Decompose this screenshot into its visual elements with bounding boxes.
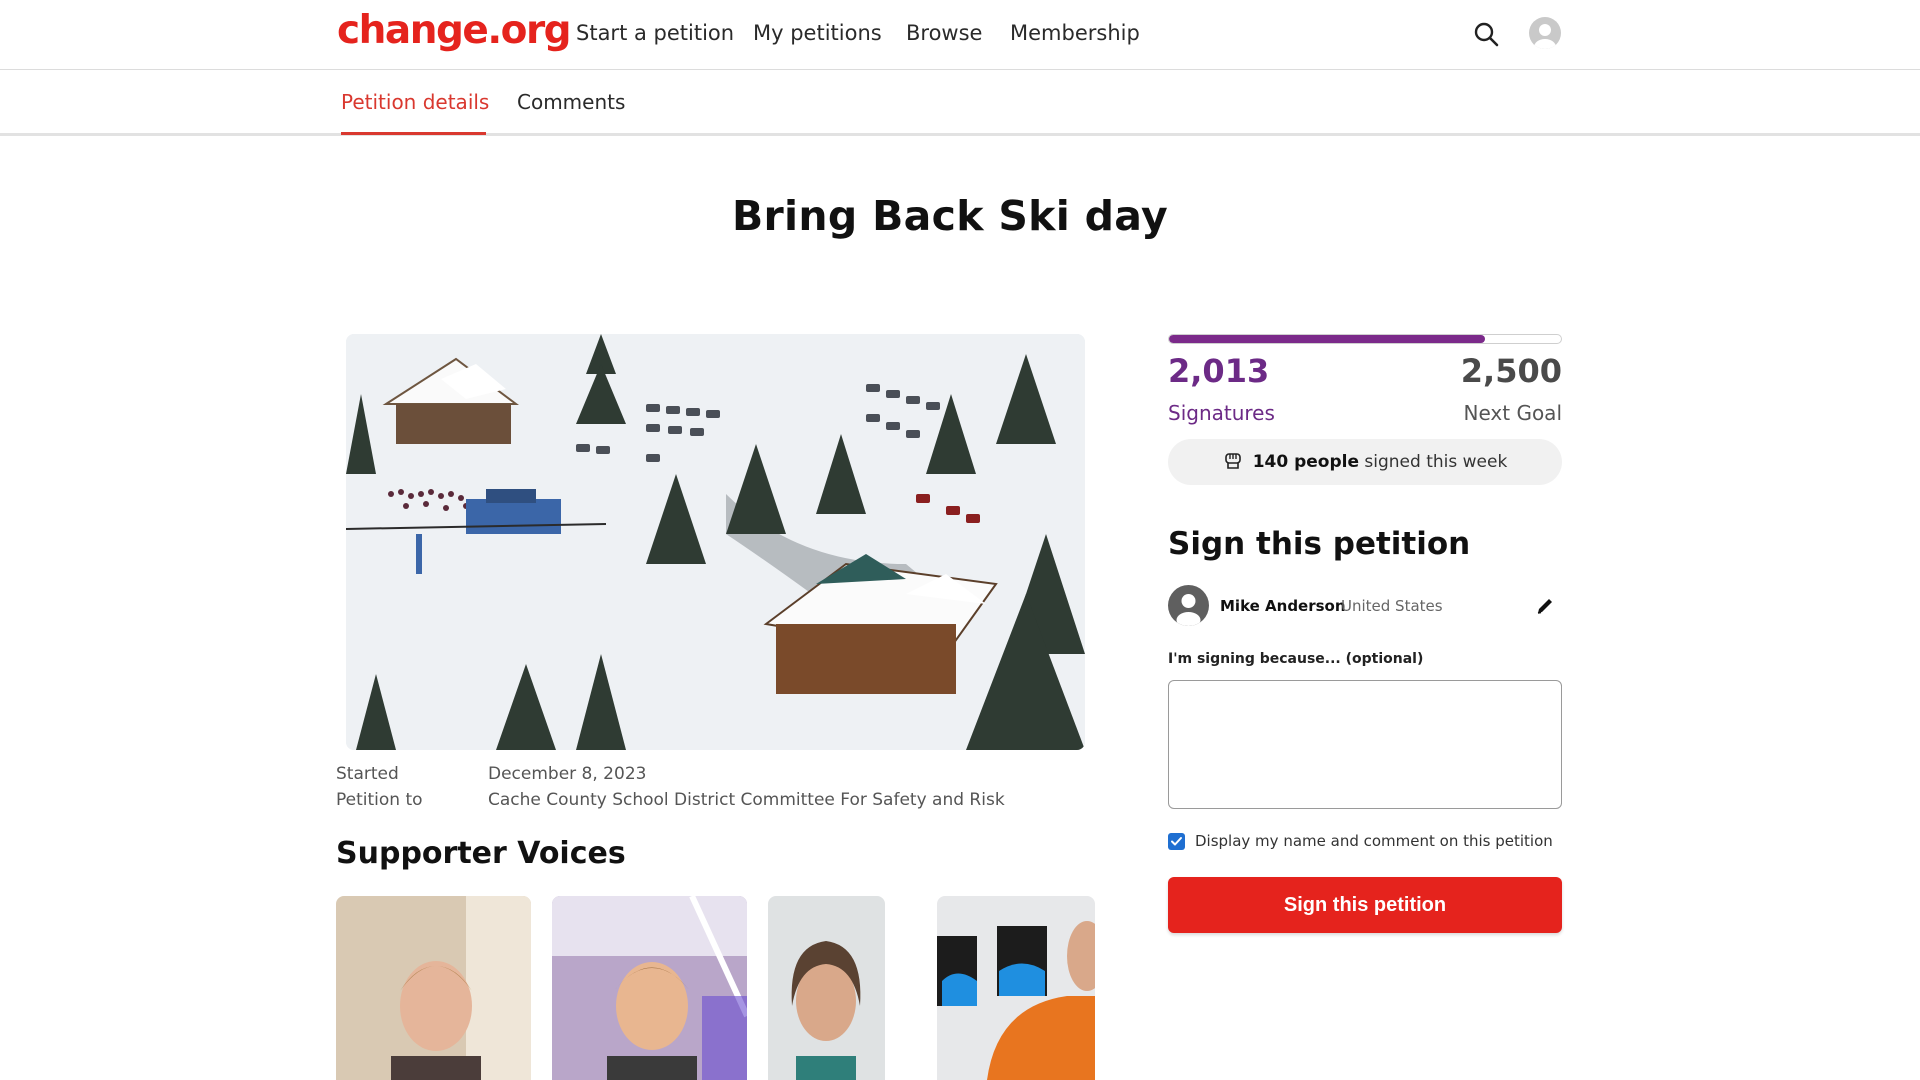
change-org-logo[interactable]: change.org: [337, 8, 572, 53]
signing-reason-label: I'm signing because... (optional): [1168, 651, 1424, 667]
user-avatar-icon[interactable]: [1529, 17, 1561, 49]
signature-count: 2,013: [1168, 352, 1270, 390]
started-label: Started: [336, 764, 399, 784]
supporter-video-thumbnail[interactable]: [336, 896, 531, 1080]
tab-comments[interactable]: Comments: [517, 90, 625, 114]
goal-count: 2,500: [1460, 352, 1562, 390]
supporter-video-thumbnail[interactable]: [768, 896, 885, 1080]
tab-petition-details[interactable]: Petition details: [341, 90, 489, 114]
petition-title: Bring Back Ski day: [731, 192, 1169, 240]
petition-tabs: Petition details Comments: [0, 70, 1920, 136]
raised-fist-icon: [1223, 450, 1243, 475]
search-icon[interactable]: [1472, 20, 1500, 48]
weekly-suffix: signed this week: [1364, 452, 1508, 472]
nav-my-petitions[interactable]: My petitions: [753, 21, 882, 45]
sign-petition-heading: Sign this petition: [1168, 526, 1471, 562]
signature-progress-fill: [1169, 335, 1485, 343]
nav-start-petition[interactable]: Start a petition: [576, 21, 734, 45]
weekly-signers-badge: 140 people signed this week: [1168, 439, 1562, 485]
signer-identity: Mike Anderson United States: [1168, 585, 1562, 627]
supporter-voices-heading: Supporter Voices: [336, 836, 626, 871]
started-date: December 8, 2023: [488, 764, 647, 784]
display-name-checkbox[interactable]: [1168, 832, 1185, 850]
active-tab-indicator: [341, 132, 486, 135]
display-name-option: Display my name and comment on this peti…: [1168, 832, 1553, 850]
next-goal-label: Next Goal: [1463, 401, 1563, 425]
signer-country: United States: [1341, 597, 1443, 615]
petition-image: [346, 334, 1085, 750]
signer-avatar-icon: [1168, 585, 1209, 626]
supporter-video-thumbnail[interactable]: [937, 896, 1095, 1080]
supporter-video-thumbnail[interactable]: [552, 896, 747, 1080]
signing-reason-input[interactable]: [1168, 680, 1562, 809]
pencil-edit-icon[interactable]: [1534, 595, 1556, 617]
petition-to-label: Petition to: [336, 790, 423, 810]
top-navigation: change.org Start a petition My petitions…: [0, 0, 1920, 70]
signature-progress-bar: [1168, 334, 1562, 344]
petition-to-value[interactable]: Cache County School District Committee F…: [488, 790, 1005, 810]
signatures-label: Signatures: [1168, 401, 1275, 425]
nav-browse[interactable]: Browse: [906, 21, 982, 45]
nav-membership[interactable]: Membership: [1010, 21, 1140, 45]
signer-name: Mike Anderson: [1220, 597, 1346, 615]
sign-petition-button[interactable]: Sign this petition: [1168, 877, 1562, 933]
display-name-checkbox-label[interactable]: Display my name and comment on this peti…: [1195, 832, 1553, 850]
weekly-count: 140 people: [1252, 452, 1359, 472]
